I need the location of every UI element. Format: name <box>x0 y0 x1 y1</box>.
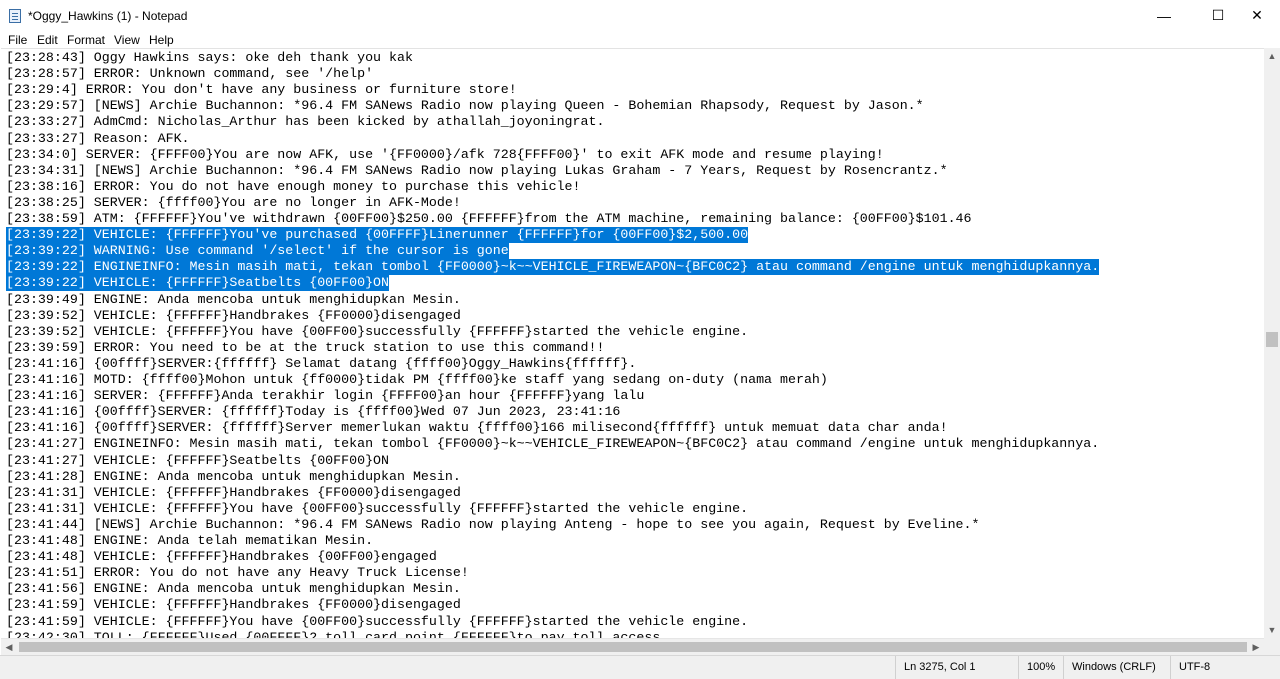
text-line[interactable]: [23:38:59] ATM: {FFFFFF}You've withdrawn… <box>6 211 972 227</box>
text-line[interactable]: [23:39:22] ENGINEINFO: Mesin masih mati,… <box>6 259 1100 276</box>
menu-bar: File Edit Format View Help <box>0 31 1280 48</box>
text-line[interactable]: [23:29:57] [NEWS] Archie Buchannon: *96.… <box>6 98 924 114</box>
text-line[interactable]: [23:33:27] AdmCmd: Nicholas_Arthur has b… <box>6 114 604 130</box>
text-line[interactable]: [23:41:56] ENGINE: Anda mencoba untuk me… <box>6 581 461 597</box>
status-bar: Ln 3275, Col 1 100% Windows (CRLF) UTF-8 <box>0 655 1280 679</box>
encoding: UTF-8 <box>1170 656 1280 679</box>
text-line[interactable]: [23:39:49] ENGINE: Anda mencoba untuk me… <box>6 292 461 308</box>
line-ending: Windows (CRLF) <box>1063 656 1170 679</box>
text-line[interactable]: [23:41:44] [NEWS] Archie Buchannon: *96.… <box>6 517 980 533</box>
text-line[interactable]: [23:41:28] ENGINE: Anda mencoba untuk me… <box>6 469 461 485</box>
scrollbar-corner <box>1264 638 1280 655</box>
text-line[interactable]: [23:41:31] VEHICLE: {FFFFFF}Handbrakes {… <box>6 485 461 501</box>
text-line[interactable]: [23:41:16] {00ffff}SERVER: {ffffff}Serve… <box>6 420 948 436</box>
text-line[interactable]: [23:41:48] ENGINE: Anda telah mematikan … <box>6 533 373 549</box>
menu-help[interactable]: Help <box>149 33 174 47</box>
text-line[interactable]: [23:39:22] WARNING: Use command '/select… <box>6 243 509 260</box>
vertical-scrollbar[interactable]: ▲ ▼ <box>1264 48 1280 638</box>
menu-format[interactable]: Format <box>67 33 105 47</box>
text-line[interactable]: [23:41:27] ENGINEINFO: Mesin masih mati,… <box>6 436 1099 452</box>
scroll-left-icon[interactable]: ◀ <box>1 639 17 655</box>
text-line[interactable]: [23:34:31] [NEWS] Archie Buchannon: *96.… <box>6 163 948 179</box>
scroll-up-icon[interactable]: ▲ <box>1264 48 1280 64</box>
text-line[interactable]: [23:38:25] SERVER: {ffff00}You are no lo… <box>6 195 461 211</box>
text-line[interactable]: [23:39:59] ERROR: You need to be at the … <box>6 340 604 356</box>
menu-view[interactable]: View <box>114 33 140 47</box>
text-line[interactable]: [23:33:27] Reason: AFK. <box>6 131 190 147</box>
menu-file[interactable]: File <box>8 33 27 47</box>
text-line[interactable]: [23:41:31] VEHICLE: {FFFFFF}You have {00… <box>6 501 748 517</box>
text-line[interactable]: [23:41:16] {00ffff}SERVER: {ffffff}Today… <box>6 404 620 420</box>
text-line[interactable]: [23:41:59] VEHICLE: {FFFFFF}You have {00… <box>6 614 748 630</box>
text-line[interactable]: [23:41:51] ERROR: You do not have any He… <box>6 565 469 581</box>
text-line[interactable]: [23:41:59] VEHICLE: {FFFFFF}Handbrakes {… <box>6 597 461 613</box>
vertical-scroll-thumb[interactable] <box>1266 332 1278 347</box>
scroll-right-icon[interactable]: ▶ <box>1248 639 1264 655</box>
text-line[interactable]: [23:41:27] VEHICLE: {FFFFFF}Seatbelts {0… <box>6 453 389 469</box>
menu-edit[interactable]: Edit <box>37 33 58 47</box>
notepad-icon[interactable] <box>9 9 21 23</box>
horizontal-scroll-thumb[interactable] <box>19 642 1247 652</box>
title-bar[interactable]: *Oggy_Hawkins (1) - Notepad — ☐ ✕ <box>0 0 1280 31</box>
text-line[interactable]: [23:41:16] MOTD: {ffff00}Mohon untuk {ff… <box>6 372 828 388</box>
window-title: *Oggy_Hawkins (1) - Notepad <box>28 9 188 23</box>
text-line[interactable]: [23:28:43] Oggy Hawkins says: oke deh th… <box>6 50 413 66</box>
close-button[interactable]: ✕ <box>1234 0 1280 31</box>
text-editor[interactable]: [23:28:43] Oggy Hawkins says: oke deh th… <box>1 48 1264 639</box>
horizontal-scrollbar[interactable]: ◀ ▶ <box>1 638 1264 655</box>
text-line[interactable]: [23:34:0] SERVER: {FFFF00}You are now AF… <box>6 147 884 163</box>
text-line[interactable]: [23:29:4] ERROR: You don't have any busi… <box>6 82 517 98</box>
cursor-position: Ln 3275, Col 1 <box>895 656 1025 679</box>
text-line[interactable]: [23:39:22] VEHICLE: {FFFFFF}Seatbelts {0… <box>6 275 390 292</box>
text-line[interactable]: [23:39:52] VEHICLE: {FFFFFF}Handbrakes {… <box>6 308 461 324</box>
scroll-down-icon[interactable]: ▼ <box>1264 622 1280 638</box>
text-line[interactable]: [23:39:52] VEHICLE: {FFFFFF}You have {00… <box>6 324 748 340</box>
zoom-level: 100% <box>1018 656 1063 679</box>
text-line[interactable]: [23:41:16] {00ffff}SERVER:{ffffff} Selam… <box>6 356 636 372</box>
text-line[interactable]: [23:41:16] SERVER: {FFFFFF}Anda terakhir… <box>6 388 644 404</box>
text-line[interactable]: [23:38:16] ERROR: You do not have enough… <box>6 179 581 195</box>
minimize-button[interactable]: — <box>1141 0 1187 31</box>
text-line[interactable]: [23:28:57] ERROR: Unknown command, see '… <box>6 66 373 82</box>
text-line[interactable]: [23:41:48] VEHICLE: {FFFFFF}Handbrakes {… <box>6 549 437 565</box>
text-line[interactable]: [23:39:22] VEHICLE: {FFFFFF}You've purch… <box>6 227 749 244</box>
